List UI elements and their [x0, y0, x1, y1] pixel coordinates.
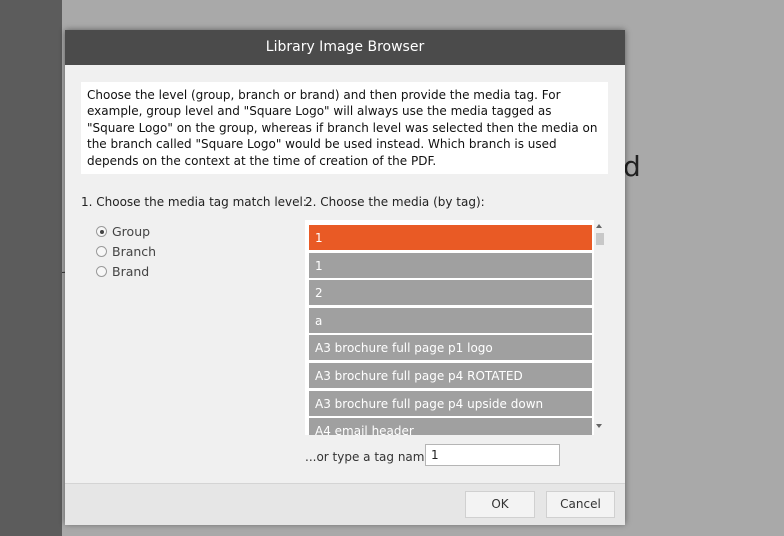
- background-partial-text: d: [623, 150, 641, 183]
- radio-brand-button[interactable]: [96, 266, 107, 277]
- media-list-item[interactable]: A3 brochure full page p1 logo: [309, 335, 592, 361]
- media-list-scrollbar[interactable]: [594, 220, 606, 435]
- level-section-label: 1. Choose the media tag match level:: [81, 195, 307, 209]
- media-list-item[interactable]: A3 brochure full page p4 upside down: [309, 390, 592, 416]
- scroll-thumb[interactable]: [596, 233, 604, 245]
- scroll-up-arrow-icon[interactable]: [596, 224, 602, 228]
- media-list-item-selected[interactable]: 1: [309, 225, 592, 250]
- scroll-down-arrow-icon[interactable]: [596, 424, 602, 428]
- dialog-footer: OK Cancel: [65, 483, 625, 525]
- media-list-item[interactable]: A3 brochure full page p4 ROTATED: [309, 362, 592, 388]
- media-list-item[interactable]: 1: [309, 252, 592, 278]
- radio-branch-button[interactable]: [96, 246, 107, 257]
- media-list-item[interactable]: a: [309, 307, 592, 333]
- radio-group[interactable]: Group: [96, 224, 150, 239]
- radio-group-button[interactable]: [96, 226, 107, 237]
- ok-button[interactable]: OK: [465, 491, 535, 518]
- radio-branch-label: Branch: [112, 244, 157, 259]
- app-left-strip: [0, 0, 62, 536]
- media-list-item[interactable]: A4 email header: [309, 418, 592, 435]
- media-tag-list[interactable]: 1 1 2 a A3 brochure full page p1 logo A3…: [305, 220, 598, 435]
- dialog-description: Choose the level (group, branch or brand…: [81, 82, 608, 175]
- radio-brand-label: Brand: [112, 264, 150, 279]
- screen: d Library Image Browser Choose the level…: [0, 0, 784, 536]
- library-image-browser-dialog: Library Image Browser Choose the level (…: [65, 30, 625, 525]
- tag-name-input[interactable]: [425, 444, 560, 466]
- radio-branch[interactable]: Branch: [96, 244, 156, 259]
- radio-brand[interactable]: Brand: [96, 264, 149, 279]
- media-list-item[interactable]: 2: [309, 280, 592, 306]
- media-section-label: 2. Choose the media (by tag):: [305, 195, 485, 209]
- dialog-title: Library Image Browser: [65, 30, 625, 65]
- cancel-button[interactable]: Cancel: [546, 491, 615, 518]
- radio-group-label: Group: [112, 224, 151, 239]
- tag-name-label: ...or type a tag name:: [305, 450, 436, 464]
